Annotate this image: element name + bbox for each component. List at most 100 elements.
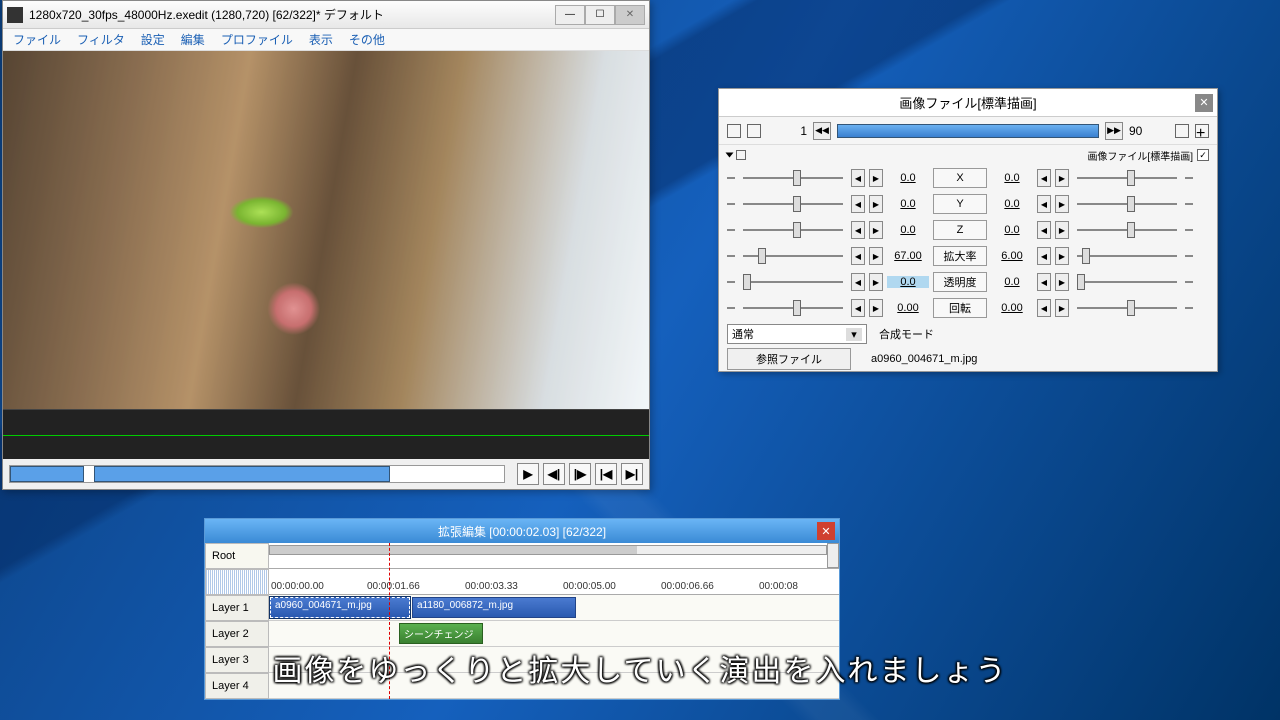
step-back-button[interactable]: ◀| (543, 463, 565, 485)
clip-image-2[interactable]: a1180_006872_m.jpg (412, 597, 576, 618)
spin-right-inc[interactable]: ▶ (1055, 169, 1069, 187)
slider-left[interactable] (743, 255, 843, 257)
param-name-button[interactable]: 透明度 (933, 272, 987, 292)
video-preview[interactable] (3, 51, 649, 409)
blend-mode-select[interactable]: 通常 ▾ (727, 324, 867, 344)
frame-start-prev[interactable]: ◀◀ (813, 122, 831, 140)
track-layer-2[interactable]: シーンチェンジ (269, 621, 839, 647)
menu-filter[interactable]: フィルタ (71, 29, 131, 50)
slider-left[interactable] (743, 281, 843, 283)
timeline-titlebar[interactable]: 拡張編集 [00:00:02.03] [62/322] ✕ (205, 519, 839, 543)
audio-waveform[interactable] (3, 409, 649, 459)
frame-range-bar[interactable] (837, 124, 1099, 138)
spin-left-inc[interactable]: ▶ (869, 221, 883, 239)
collapse-icon[interactable] (726, 153, 734, 158)
properties-title[interactable]: 画像ファイル[標準描画] ✕ (719, 89, 1217, 117)
spin-right-inc[interactable]: ▶ (1055, 273, 1069, 291)
spin-left-inc[interactable]: ▶ (869, 273, 883, 291)
param-right-val[interactable]: 0.00 (991, 302, 1033, 314)
param-left-val[interactable]: 67.00 (887, 250, 929, 262)
scrub-bar[interactable] (9, 465, 505, 483)
goto-end-button[interactable]: ▶| (621, 463, 643, 485)
maximize-button[interactable]: ☐ (585, 5, 615, 25)
minimize-button[interactable]: — (555, 5, 585, 25)
layer-icon-2[interactable] (747, 124, 761, 138)
slider-right[interactable] (1077, 281, 1177, 283)
anchor-icon[interactable] (1175, 124, 1189, 138)
spin-right-dec[interactable]: ◀ (1037, 247, 1051, 265)
spin-right-dec[interactable]: ◀ (1037, 221, 1051, 239)
spin-right-dec[interactable]: ◀ (1037, 195, 1051, 213)
spin-right-dec[interactable]: ◀ (1037, 273, 1051, 291)
spin-left-inc[interactable]: ▶ (869, 247, 883, 265)
param-right-val[interactable]: 6.00 (991, 250, 1033, 262)
menu-edit[interactable]: 編集 (175, 29, 211, 50)
menu-profile[interactable]: プロファイル (215, 29, 299, 50)
spin-right-dec[interactable]: ◀ (1037, 169, 1051, 187)
frame-end-next[interactable]: ▶▶ (1105, 122, 1123, 140)
param-left-val[interactable]: 0.0 (887, 198, 929, 210)
spin-left-inc[interactable]: ▶ (869, 169, 883, 187)
slider-left[interactable] (743, 203, 843, 205)
spin-left-dec[interactable]: ◀ (851, 221, 865, 239)
spin-right-inc[interactable]: ▶ (1055, 247, 1069, 265)
browse-file-button[interactable]: 参照ファイル (727, 348, 851, 370)
spin-right-inc[interactable]: ▶ (1055, 195, 1069, 213)
timeline-close-button[interactable]: ✕ (817, 522, 835, 540)
param-name-button[interactable]: 回転 (933, 298, 987, 318)
frame-start[interactable]: 1 (767, 124, 807, 138)
slider-right[interactable] (1077, 307, 1177, 309)
properties-close-button[interactable]: ✕ (1195, 94, 1213, 112)
spin-left-inc[interactable]: ▶ (869, 299, 883, 317)
param-right-val[interactable]: 0.0 (991, 198, 1033, 210)
param-left-val[interactable]: 0.0 (887, 276, 929, 288)
timeline-h-scrollbar[interactable] (269, 545, 827, 555)
object-icon[interactable] (736, 150, 746, 160)
param-name-button[interactable]: X (933, 168, 987, 188)
layer-icon-1[interactable] (727, 124, 741, 138)
frame-end[interactable]: 90 (1129, 124, 1169, 138)
spin-left-dec[interactable]: ◀ (851, 299, 865, 317)
play-button[interactable]: ▶ (517, 463, 539, 485)
preview-titlebar[interactable]: 1280x720_30fps_48000Hz.exedit (1280,720)… (3, 1, 649, 29)
timeline-ruler[interactable]: 00:00:00.00 00:00:01.66 00:00:03.33 00:0… (269, 569, 839, 595)
spin-left-dec[interactable]: ◀ (851, 169, 865, 187)
spin-left-dec[interactable]: ◀ (851, 273, 865, 291)
param-right-val[interactable]: 0.0 (991, 276, 1033, 288)
slider-right[interactable] (1077, 255, 1177, 257)
param-name-button[interactable]: Z (933, 220, 987, 240)
slider-left[interactable] (743, 177, 843, 179)
param-right-val[interactable]: 0.0 (991, 172, 1033, 184)
spin-left-inc[interactable]: ▶ (869, 195, 883, 213)
add-icon[interactable]: + (1195, 124, 1209, 138)
layer-2-label[interactable]: Layer 2 (205, 621, 269, 647)
close-button[interactable]: ✕ (615, 5, 645, 25)
spin-left-dec[interactable]: ◀ (851, 247, 865, 265)
timeline-v-scrollbar[interactable] (827, 543, 839, 568)
slider-right[interactable] (1077, 203, 1177, 205)
param-left-val[interactable]: 0.00 (887, 302, 929, 314)
menu-settings[interactable]: 設定 (135, 29, 171, 50)
menu-other[interactable]: その他 (343, 29, 391, 50)
param-name-button[interactable]: Y (933, 194, 987, 214)
slider-right[interactable] (1077, 229, 1177, 231)
param-right-val[interactable]: 0.0 (991, 224, 1033, 236)
slider-left[interactable] (743, 307, 843, 309)
menu-view[interactable]: 表示 (303, 29, 339, 50)
slider-right[interactable] (1077, 177, 1177, 179)
param-left-val[interactable]: 0.0 (887, 224, 929, 236)
goto-start-button[interactable]: |◀ (595, 463, 617, 485)
spin-left-dec[interactable]: ◀ (851, 195, 865, 213)
track-layer-1[interactable]: a0960_004671_m.jpg a1180_006872_m.jpg (269, 595, 839, 621)
spin-right-inc[interactable]: ▶ (1055, 299, 1069, 317)
timeline-zoom[interactable] (205, 569, 269, 595)
slider-left[interactable] (743, 229, 843, 231)
layer-1-label[interactable]: Layer 1 (205, 595, 269, 621)
root-button[interactable]: Root (205, 543, 269, 569)
param-left-val[interactable]: 0.0 (887, 172, 929, 184)
enable-checkbox[interactable]: ✓ (1197, 149, 1209, 161)
param-name-button[interactable]: 拡大率 (933, 246, 987, 266)
spin-right-dec[interactable]: ◀ (1037, 299, 1051, 317)
menu-file[interactable]: ファイル (7, 29, 67, 50)
step-fwd-button[interactable]: |▶ (569, 463, 591, 485)
